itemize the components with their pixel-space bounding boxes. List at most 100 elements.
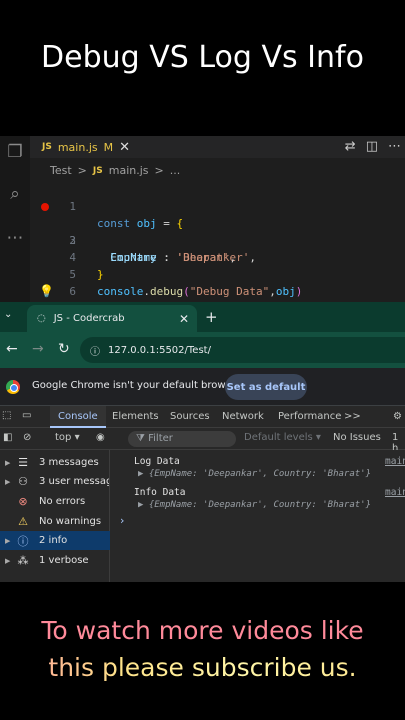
console-prompt-icon[interactable]: › bbox=[120, 514, 124, 527]
code-line: 💡 7 console.info("Info Data",obj) bbox=[30, 283, 405, 349]
infobar-text: Google Chrome isn't your default browser bbox=[32, 380, 242, 391]
url-text: 127.0.0.1:5502/Test/ bbox=[108, 344, 211, 356]
code-line: 1 const obj = { bbox=[30, 181, 405, 230]
more-actions-icon[interactable]: ⋯ bbox=[388, 139, 401, 154]
navigation-bar: ← → ↻ ⓘ 127.0.0.1:5502/Test/ bbox=[0, 332, 405, 368]
sidebar-item-label: 1 verbose bbox=[39, 555, 89, 566]
new-tab-button[interactable]: + bbox=[205, 308, 218, 326]
sidebar-item-warnings[interactable]: ⚠ No warnings bbox=[0, 512, 110, 531]
code-line: 4 } bbox=[30, 232, 405, 281]
close-icon[interactable]: ✕ bbox=[119, 140, 130, 155]
source-link[interactable]: main bbox=[385, 456, 405, 467]
object-preview[interactable]: ▶ {EmpName: 'Deepankar', Country: 'Bhara… bbox=[138, 500, 371, 510]
user-icon: ⚇ bbox=[18, 475, 28, 488]
tab-sources[interactable]: Sources bbox=[170, 406, 210, 428]
vscode-editor: ❐ ⌕ ⋯ JS main.js M ✕ ⇄ ◫ ⋯ Test > JS mai… bbox=[0, 136, 405, 349]
breadcrumb-symbol[interactable]: ... bbox=[170, 164, 181, 177]
sidebar-item-label: No warnings bbox=[39, 516, 102, 527]
object-text: {EmpName: 'Deepankar', Country: 'Bharat'… bbox=[148, 500, 372, 510]
expand-arrow-icon[interactable]: ▶ bbox=[5, 557, 10, 565]
close-icon[interactable]: ✕ bbox=[179, 312, 189, 326]
sidebar-item-messages[interactable]: ▶ ☰ 3 messages bbox=[0, 453, 110, 472]
chrome-logo-icon bbox=[6, 380, 20, 394]
editor-tab-bar: JS main.js M ✕ ⇄ ◫ ⋯ bbox=[30, 136, 405, 158]
js-file-icon: JS bbox=[42, 142, 52, 152]
tab-console[interactable]: Console bbox=[50, 406, 106, 428]
sidebar-toggle-icon[interactable]: ◧ bbox=[3, 432, 12, 443]
issues-button[interactable]: No Issues bbox=[333, 432, 381, 443]
chrome-window: ⌄ ◌ JS - Codercrab ✕ + ← → ↻ ⓘ 127.0.0.1… bbox=[0, 302, 405, 582]
tab-label: main.js bbox=[57, 140, 98, 154]
code-area[interactable]: 1 const obj = { 2 EmpName : 'Deepanker',… bbox=[30, 181, 405, 349]
tab-title: JS - Codercrab bbox=[53, 313, 125, 324]
gear-icon[interactable]: ⚙ bbox=[393, 406, 402, 428]
tab-search-icon[interactable]: ⌄ bbox=[4, 309, 12, 320]
object-preview[interactable]: ▶ {EmpName: 'Deepankar', Country: 'Bhara… bbox=[138, 469, 371, 479]
compare-icon[interactable]: ⇄ bbox=[345, 139, 356, 154]
context-selector[interactable]: top ▾ bbox=[55, 432, 80, 443]
breadcrumb-file[interactable]: main.js bbox=[109, 164, 149, 177]
expand-arrow-icon[interactable]: ▶ bbox=[5, 459, 10, 467]
breakpoint-icon[interactable] bbox=[41, 203, 49, 211]
tab-network[interactable]: Network bbox=[222, 406, 264, 428]
sidebar-item-errors[interactable]: ⊗ No errors bbox=[0, 492, 110, 511]
sidebar-item-user-messages[interactable]: ▶ ⚇ 3 user messag... bbox=[0, 472, 110, 491]
code-line: 5 console.debug("Debug Data",obj) bbox=[30, 249, 405, 298]
modified-badge: M bbox=[103, 140, 114, 154]
lightbulb-icon[interactable]: 💡 bbox=[39, 283, 54, 300]
caption-line-2: this please subscribe us. bbox=[0, 649, 405, 686]
set-default-button[interactable]: Set as default bbox=[225, 374, 307, 400]
source-link[interactable]: main bbox=[385, 487, 405, 498]
sidebar-item-verbose[interactable]: ▶ ⁂ 1 verbose bbox=[0, 551, 110, 570]
list-icon: ☰ bbox=[18, 456, 28, 469]
explorer-icon[interactable]: ❐ bbox=[5, 142, 25, 162]
tab-main-js[interactable]: JS main.js M ✕ bbox=[42, 136, 130, 158]
tab-performance[interactable]: Performance bbox=[278, 406, 341, 428]
breadcrumb-folder[interactable]: Test bbox=[50, 164, 72, 177]
clear-console-icon[interactable]: ⊘ bbox=[23, 432, 31, 443]
more-icon[interactable]: ⋯ bbox=[5, 228, 25, 248]
js-file-icon: JS bbox=[92, 165, 103, 176]
reload-icon[interactable]: ↻ bbox=[58, 341, 70, 357]
inspect-icon[interactable]: ⬚ bbox=[2, 410, 11, 421]
activity-bar: ❐ ⌕ ⋯ bbox=[0, 136, 30, 302]
info-icon: ⓘ bbox=[17, 534, 29, 548]
globe-icon: ◌ bbox=[37, 313, 46, 324]
code-line: 2 EmpName : 'Deepanker', bbox=[30, 198, 405, 264]
tab-elements[interactable]: Elements bbox=[112, 406, 159, 428]
video-title: Debug VS Log Vs Info bbox=[41, 40, 364, 75]
filter-placeholder: Filter bbox=[148, 433, 173, 444]
sidebar-item-info[interactable]: ▶ ⓘ 2 info bbox=[0, 531, 110, 550]
warning-icon: ⚠ bbox=[18, 515, 28, 528]
site-info-icon[interactable]: ⓘ bbox=[90, 343, 100, 358]
default-browser-infobar: Google Chrome isn't your default browser… bbox=[0, 368, 405, 406]
sidebar-item-label: 2 info bbox=[39, 535, 68, 546]
more-tabs-icon[interactable]: >> bbox=[344, 406, 361, 428]
split-editor-icon[interactable]: ◫ bbox=[366, 139, 378, 154]
console-message-text: Log Data bbox=[134, 456, 180, 467]
sidebar-item-label: 3 user messag... bbox=[39, 476, 109, 487]
devtools-tabs: ⬚ ▭ Console Elements Sources Network Per… bbox=[0, 406, 405, 428]
bug-icon: ⁂ bbox=[17, 554, 29, 567]
breadcrumb: Test > JS main.js > ... bbox=[50, 164, 180, 177]
device-toolbar-icon[interactable]: ▭ bbox=[22, 410, 31, 421]
eye-icon[interactable]: ◉ bbox=[96, 432, 105, 443]
console-output: Log Data main ▶ {EmpName: 'Deepankar', C… bbox=[110, 450, 405, 582]
browser-tab[interactable]: ◌ JS - Codercrab ✕ bbox=[27, 305, 197, 332]
forward-icon[interactable]: → bbox=[32, 341, 44, 357]
console-sidebar: ▶ ☰ 3 messages ▶ ⚇ 3 user messag... ⊗ No… bbox=[0, 450, 110, 582]
context-label: top bbox=[55, 432, 72, 443]
tab-strip: ⌄ ◌ JS - Codercrab ✕ + bbox=[0, 302, 405, 332]
caption-line-1: To watch more videos like bbox=[41, 616, 364, 645]
console-toolbar: ◧ ⊘ top ▾ ◉ ⧩ Filter Default levels ▾ No… bbox=[0, 428, 405, 454]
code-line: 6 console.log("Log Data",obj) I bbox=[30, 266, 405, 332]
subscribe-caption: To watch more videos like this please su… bbox=[0, 612, 405, 686]
address-bar[interactable]: ⓘ 127.0.0.1:5502/Test/ bbox=[80, 337, 405, 363]
filter-input[interactable]: ⧩ Filter bbox=[128, 431, 236, 447]
back-icon[interactable]: ← bbox=[6, 341, 18, 357]
expand-arrow-icon[interactable]: ▶ bbox=[5, 537, 10, 545]
expand-arrow-icon[interactable]: ▶ bbox=[5, 478, 10, 486]
sidebar-item-label: No errors bbox=[39, 496, 86, 507]
log-levels-dropdown[interactable]: Default levels ▾ bbox=[244, 432, 321, 443]
search-icon[interactable]: ⌕ bbox=[5, 184, 25, 204]
